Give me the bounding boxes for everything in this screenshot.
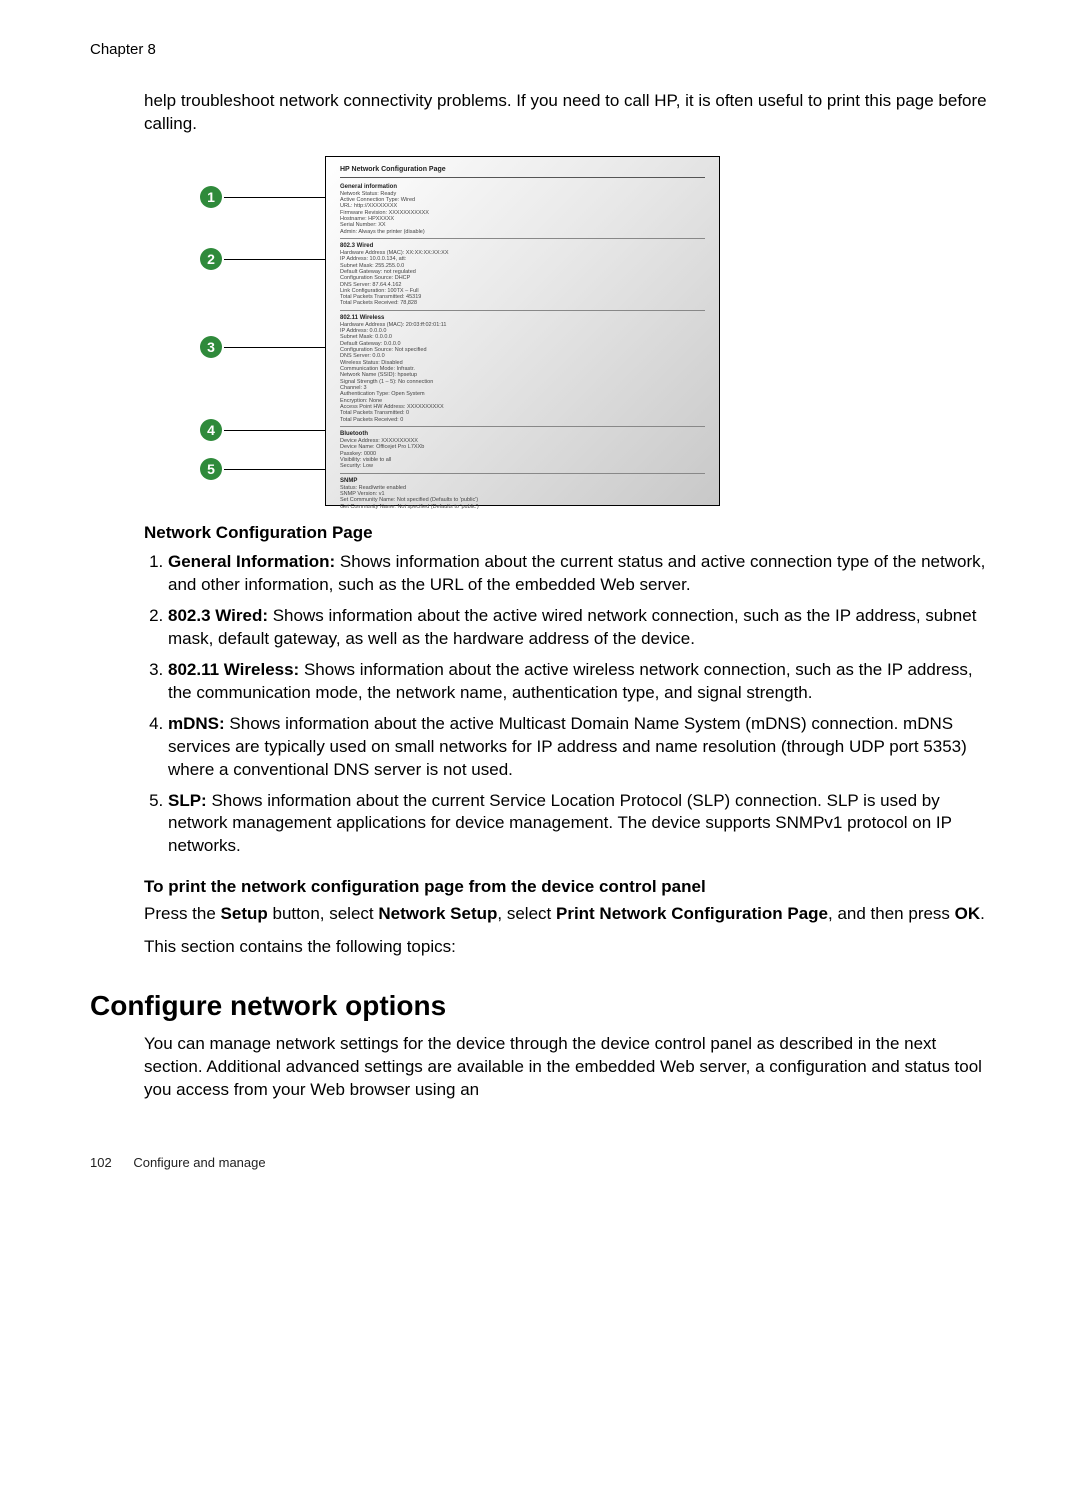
step-text: Press the [144,904,221,923]
cfg-head-slp: SNMP [340,477,705,485]
print-steps: Press the Setup button, select Network S… [144,903,990,926]
config-item-list: General Information: Shows information a… [144,551,990,858]
callout-2: 2 [200,248,325,270]
step-text: , and then press [828,904,955,923]
callout-badge-4: 4 [200,419,222,441]
list-item: General Information: Shows information a… [168,551,990,597]
cfg-head-mdns: Bluetooth [340,430,705,438]
callout-badge-5: 5 [200,458,222,480]
cfg-head-general: General information [340,183,705,191]
intro-paragraph: help troubleshoot network connectivity p… [144,90,990,136]
print-config-page-label: Print Network Configuration Page [556,904,828,923]
page-footer: 102 Configure and manage [90,1154,990,1172]
cfg-head-wireless: 802.11 Wireless [340,314,705,322]
callout-1: 1 [200,186,325,208]
cfg-section-slp: SNMP Status: Read/write enabled SNMP Ver… [340,475,705,513]
callout-badge-2: 2 [200,248,222,270]
configure-network-heading: Configure network options [90,987,990,1025]
item-label: SLP: [168,791,207,810]
cfg-section-mdns: Bluetooth Device Address: XXXXXXXXXX Dev… [340,428,705,474]
callout-badge-1: 1 [200,186,222,208]
step-text: button, select [268,904,379,923]
callout-badge-3: 3 [200,336,222,358]
item-text: Shows information about the current Serv… [168,791,952,856]
cfg-line: Security: Low [340,463,705,469]
item-label: mDNS: [168,714,225,733]
config-page-heading: Network Configuration Page [144,522,990,545]
configure-paragraph: You can manage network settings for the … [144,1033,990,1102]
network-setup-label: Network Setup [378,904,497,923]
callout-5: 5 [200,458,325,480]
item-label: 802.11 Wireless: [168,660,299,679]
item-text: Shows information about the active Multi… [168,714,967,779]
list-item: mDNS: Shows information about the active… [168,713,990,782]
cfg-line: Admin: Always the printer (disable) [340,229,705,235]
callout-line-1 [224,197,325,198]
cfg-section-wired: 802.3 Wired Hardware Address (MAC): XX:X… [340,240,705,311]
callout-line-4 [224,430,325,431]
callout-3: 3 [200,336,325,358]
step-text: . [980,904,985,923]
setup-button-label: Setup [221,904,268,923]
ok-button-label: OK [955,904,981,923]
item-label: General Information: [168,552,335,571]
footer-title: Configure and manage [133,1155,265,1170]
cfg-line: Get Community Name: Not specified (Defau… [340,504,705,510]
cfg-section-general: General information Network Status: Read… [340,181,705,239]
cfg-title: HP Network Configuration Page [340,165,705,177]
page-number: 102 [90,1154,112,1172]
network-config-diagram: 1 2 3 4 5 HP Network Configuration Page … [200,156,720,506]
config-page-preview: HP Network Configuration Page General in… [325,156,720,506]
chapter-header: Chapter 8 [90,40,990,60]
step-text: , select [497,904,556,923]
print-heading: To print the network configuration page … [144,876,990,899]
cfg-line: Total Packets Received: 78,828 [340,300,705,306]
list-item: 802.3 Wired: Shows information about the… [168,605,990,651]
callout-line-3 [224,347,325,348]
topics-line: This section contains the following topi… [144,936,990,959]
cfg-head-wired: 802.3 Wired [340,242,705,250]
callout-line-5 [224,469,325,470]
item-label: 802.3 Wired: [168,606,268,625]
cfg-section-wireless: 802.11 Wireless Hardware Address (MAC): … [340,312,705,427]
item-text: Shows information about the active wired… [168,606,976,648]
callout-4: 4 [200,419,325,441]
list-item: 802.11 Wireless: Shows information about… [168,659,990,705]
cfg-line: Total Packets Received: 0 [340,417,705,423]
list-item: SLP: Shows information about the current… [168,790,990,859]
callout-line-2 [224,259,325,260]
